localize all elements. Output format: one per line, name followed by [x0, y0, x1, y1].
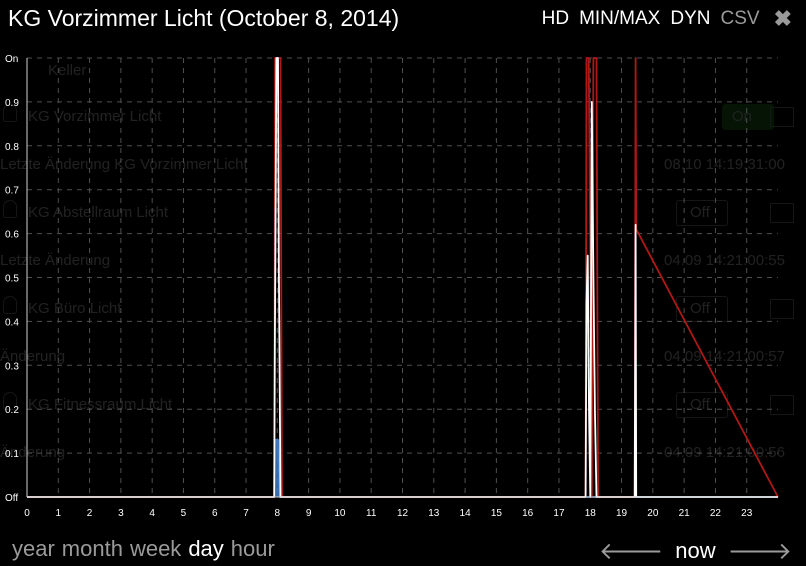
y-tick-label: 0.7: [5, 186, 19, 197]
x-tick-label: 3: [118, 508, 124, 519]
y-tick-label: 0.5: [5, 274, 19, 285]
x-tick-label: 14: [460, 508, 472, 519]
x-tick-label: 4: [149, 508, 155, 519]
close-icon[interactable]: ✖: [774, 6, 792, 32]
hd-button[interactable]: HD: [542, 8, 569, 30]
period-selector: year month week day hour: [12, 536, 282, 562]
y-tick-label: 0.4: [5, 317, 19, 328]
period-hour-button[interactable]: hour: [231, 536, 275, 562]
x-tick-label: 9: [306, 508, 312, 519]
x-tick-label: 13: [428, 508, 440, 519]
x-tick-label: 8: [275, 508, 281, 519]
period-year-button[interactable]: year: [12, 536, 55, 562]
y-tick-label: 0.3: [5, 361, 19, 372]
now-button[interactable]: now: [675, 538, 715, 564]
y-tick-label: 0.1: [5, 449, 19, 460]
minmax-button[interactable]: MIN/MAX: [579, 8, 660, 30]
x-tick-label: 23: [741, 508, 753, 519]
x-tick-label: 1: [56, 508, 62, 519]
csv-button[interactable]: CSV: [720, 8, 759, 30]
dialog-title: KG Vorzimmer Licht (October 8, 2014): [8, 5, 400, 31]
period-week-button[interactable]: week: [130, 536, 181, 562]
x-tick-label: 16: [522, 508, 534, 519]
y-tick-label: Off: [5, 493, 18, 504]
history-chart: Off0.10.20.30.40.50.60.70.80.9On0 1 2 3 4 5 6 7…: [5, 54, 779, 519]
y-tick-label: On: [5, 54, 18, 65]
x-tick-label: 12: [397, 508, 409, 519]
x-tick-label: 10: [334, 508, 346, 519]
arrow-right-icon[interactable]: 🡒: [728, 536, 792, 566]
arrow-left-icon[interactable]: 🡐: [599, 536, 663, 566]
period-bar: year month week day hour 🡐 now 🡒: [0, 533, 806, 565]
x-tick-label: 7: [243, 508, 249, 519]
y-tick-label: 0.2: [5, 405, 19, 416]
x-tick-label: 18: [585, 508, 597, 519]
y-tick-label: 0.8: [5, 142, 19, 153]
x-tick-label: 20: [647, 508, 659, 519]
x-tick-label: 5: [181, 508, 187, 519]
period-day-button[interactable]: day: [188, 536, 223, 562]
x-tick-label: 2: [87, 508, 93, 519]
period-month-button[interactable]: month: [62, 536, 123, 562]
x-tick-label: 17: [553, 508, 565, 519]
x-tick-label: 21: [679, 508, 691, 519]
x-tick-label: 0: [24, 508, 30, 519]
y-tick-label: 0.9: [5, 98, 19, 109]
time-navigation: 🡐 now 🡒: [599, 536, 792, 566]
x-tick-label: 15: [491, 508, 503, 519]
dialog-header: KG Vorzimmer Licht (October 8, 2014) HD …: [0, 0, 806, 36]
x-tick-label: 6: [212, 508, 218, 519]
y-tick-label: 0.6: [5, 230, 19, 241]
x-tick-label: 19: [616, 508, 628, 519]
x-tick-label: 22: [710, 508, 722, 519]
chart-toolbar: HD MIN/MAX DYN CSV ✖: [532, 6, 792, 32]
x-tick-label: 11: [366, 508, 377, 519]
chart-grid: [27, 57, 778, 497]
dyn-button[interactable]: DYN: [670, 8, 710, 30]
